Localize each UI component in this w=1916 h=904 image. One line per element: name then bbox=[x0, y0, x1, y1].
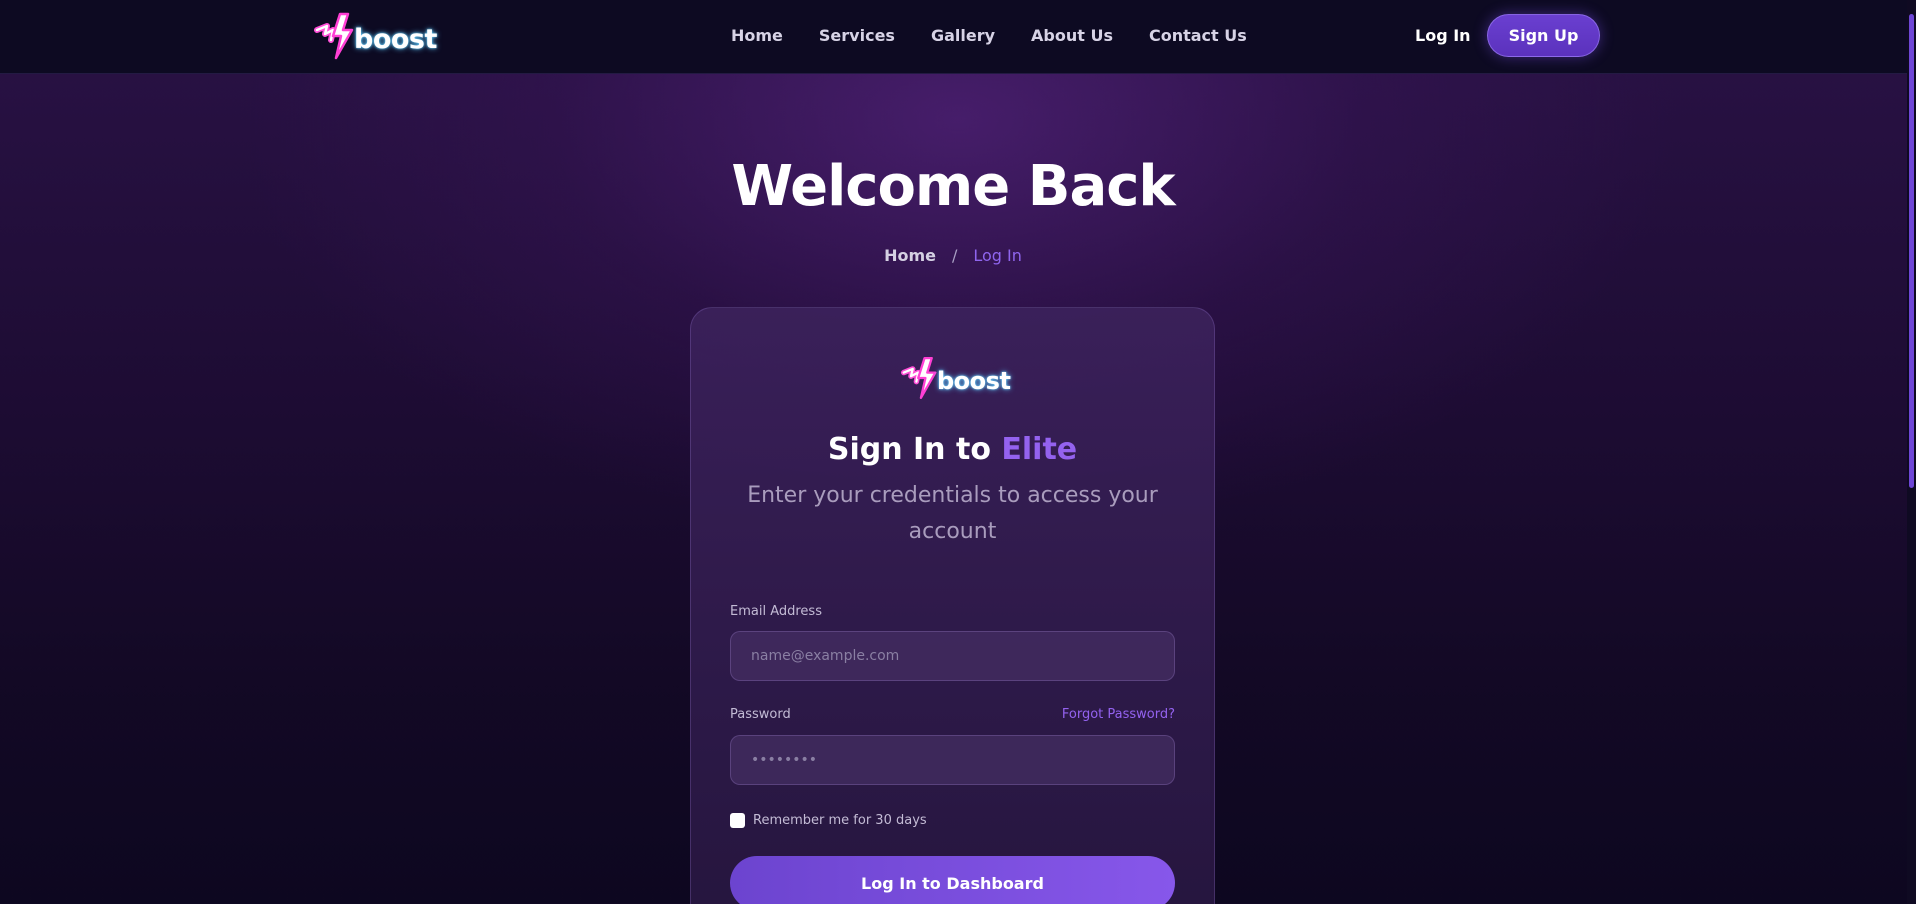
login-link[interactable]: Log In bbox=[1415, 26, 1471, 45]
breadcrumb-current: Log In bbox=[973, 246, 1022, 265]
nav-gallery[interactable]: Gallery bbox=[931, 26, 995, 45]
breadcrumb-separator: / bbox=[951, 246, 958, 265]
forgot-password-link[interactable]: Forgot Password? bbox=[1062, 707, 1175, 722]
brand-name: boost bbox=[354, 23, 437, 55]
password-input[interactable] bbox=[730, 735, 1175, 785]
lightning-bolt-icon bbox=[901, 356, 937, 400]
lightning-bolt-icon bbox=[314, 12, 354, 60]
card-title-accent: Elite bbox=[1001, 432, 1078, 467]
login-card: boost Sign In to Elite Enter your creden… bbox=[690, 307, 1215, 904]
card-title: Sign In to Elite bbox=[691, 432, 1214, 467]
page-title: Welcome Back bbox=[731, 154, 1175, 219]
scrollbar-thumb[interactable] bbox=[1909, 14, 1914, 488]
nav-home[interactable]: Home bbox=[731, 26, 783, 45]
brand-logo[interactable]: boost bbox=[314, 12, 437, 60]
signup-button[interactable]: Sign Up bbox=[1487, 14, 1600, 57]
nav-services[interactable]: Services bbox=[819, 26, 895, 45]
login-submit-button[interactable]: Log In to Dashboard bbox=[730, 856, 1175, 904]
card-logo: boost bbox=[901, 356, 1011, 400]
email-label: Email Address bbox=[730, 604, 822, 619]
nav-contact-us[interactable]: Contact Us bbox=[1149, 26, 1247, 45]
password-label: Password bbox=[730, 707, 791, 722]
card-brand-name: boost bbox=[937, 366, 1011, 395]
email-input[interactable] bbox=[730, 631, 1175, 681]
remember-me[interactable]: Remember me for 30 days bbox=[730, 813, 927, 828]
breadcrumb-home[interactable]: Home bbox=[884, 246, 936, 265]
nav-about-us[interactable]: About Us bbox=[1031, 26, 1113, 45]
main-nav: Home Services Gallery About Us Contact U… bbox=[731, 26, 1247, 45]
checkbox-unchecked-icon[interactable] bbox=[730, 813, 745, 828]
page-scrollbar[interactable] bbox=[1907, 0, 1916, 904]
remember-me-label[interactable]: Remember me for 30 days bbox=[753, 813, 927, 828]
card-title-prefix: Sign In to bbox=[827, 432, 991, 467]
top-navbar: boost Home Services Gallery About Us Con… bbox=[0, 0, 1916, 74]
card-subtitle: Enter your credentials to access your ac… bbox=[747, 483, 1158, 544]
breadcrumb: Home / Log In bbox=[0, 246, 1906, 265]
